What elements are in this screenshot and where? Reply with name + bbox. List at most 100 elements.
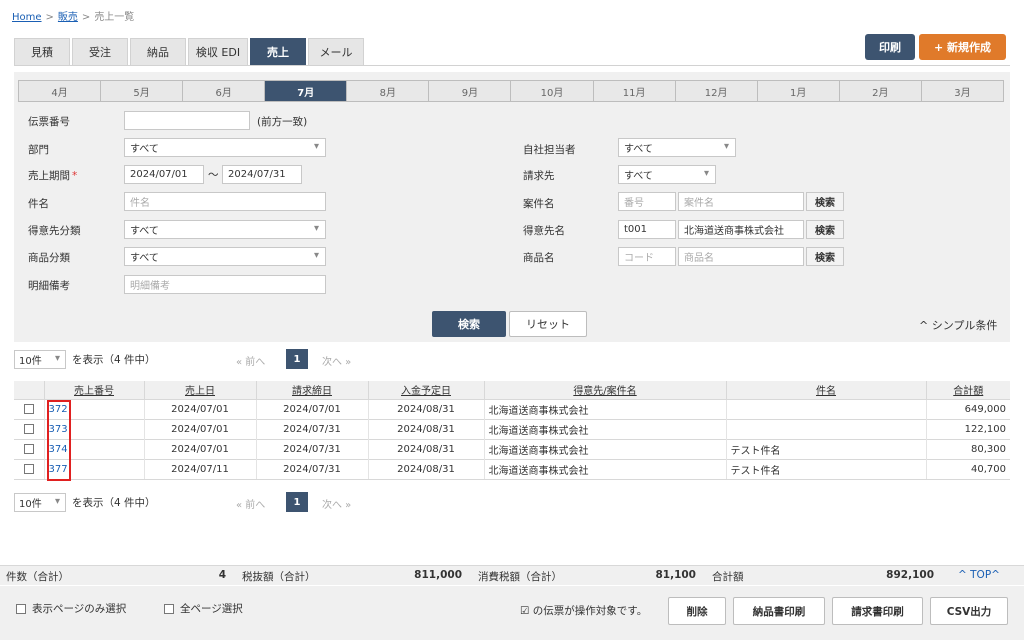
new-button[interactable]: + 新規作成 [919,34,1006,60]
sales-no-link[interactable]: 374 [49,444,68,455]
delivery-print-button[interactable]: 納品書印刷 [733,597,825,625]
sales-no-link[interactable]: 373 [49,424,68,435]
search-button[interactable]: 検索 [432,311,506,337]
col-close-date[interactable]: 請求締日 [255,381,368,399]
month-aug[interactable]: 8月 [347,81,430,101]
billing-select[interactable]: すべて [618,165,716,184]
month-mar[interactable]: 3月 [922,81,1003,101]
pager-next-bottom[interactable]: 次へ » [322,496,351,511]
month-selector: 4月 5月 6月 7月 8月 9月 10月 11月 12月 1月 2月 3月 [18,80,1004,102]
product-label: 商品名 [523,252,555,264]
product-category-select[interactable]: すべて [124,247,326,266]
subject-input[interactable]: 件名 [124,192,326,211]
slip-no-hint: (前方一致) [257,116,308,128]
product-name-input[interactable]: 商品名 [678,247,804,266]
select-all-pages-checkbox[interactable] [164,603,174,614]
pager-page-1[interactable]: 1 [286,349,308,369]
detail-note-input[interactable]: 明細備考 [124,275,326,294]
select-page-only[interactable]: 表示ページのみ選択 [16,601,126,616]
select-page-only-checkbox[interactable] [16,603,26,614]
dept-select[interactable]: すべて [124,138,326,157]
col-due-date[interactable]: 入金予定日 [367,381,484,399]
breadcrumb-home[interactable]: Home [12,12,42,23]
tab-sales[interactable]: 売上 [250,38,306,65]
top-link[interactable]: ^ TOP^ [958,569,1000,581]
staff-label: 自社担当者 [523,144,576,156]
pager-page-1-bottom[interactable]: 1 [286,492,308,512]
delete-button[interactable]: 削除 [668,597,726,625]
total-label: 合計額 [712,571,744,583]
product-search-button[interactable]: 検索 [806,247,844,266]
select-col-header [14,381,44,399]
month-jan[interactable]: 1月 [758,81,840,101]
customer-code-input[interactable]: t001 [618,220,676,239]
month-sep[interactable]: 9月 [429,81,512,101]
pager-prev[interactable]: « 前へ [236,353,265,368]
count-label: 件数（合計） [6,571,69,583]
col-sales-date[interactable]: 売上日 [143,381,256,399]
due-date: 2024/08/31 [367,438,484,459]
simple-conditions-toggle[interactable]: ^ シンプル条件 [919,317,997,333]
col-sales-no[interactable]: 売上番号 [43,381,144,399]
sales-table: 売上番号 売上日 請求締日 入金予定日 得意先/案件名 件名 合計額 372 2… [14,381,1010,480]
month-jul[interactable]: 7月 [265,81,348,101]
col-subject[interactable]: 件名 [725,381,926,399]
invoice-print-button[interactable]: 請求書印刷 [832,597,923,625]
period-from-input[interactable]: 2024/07/01 [124,165,204,184]
customer-name-input[interactable]: 北海道送商事株式会社 [678,220,804,239]
row-checkbox[interactable] [23,463,34,474]
table-row: 372 2024/07/01 2024/07/01 2024/08/31 北海道… [14,398,1010,419]
subject [725,418,926,439]
slip-no-input[interactable] [124,111,250,130]
per-page-select-bottom[interactable]: 10件 [14,492,66,512]
month-oct[interactable]: 10月 [511,81,594,101]
total-value: 892,100 [886,569,934,581]
breadcrumb-current: 売上一覧 [94,12,135,23]
close-date: 2024/07/01 [255,398,368,419]
close-date: 2024/07/31 [255,438,368,459]
project-no-input[interactable]: 番号 [618,192,676,211]
pager-top: 10件 を表示（4 件中） [14,349,414,369]
action-bar: 表示ページのみ選択 全ページ選択 ☑ の伝票が操作対象です。 削除 納品書印刷 … [0,586,1024,640]
close-date: 2024/07/31 [255,418,368,439]
month-feb[interactable]: 2月 [840,81,922,101]
search-panel: 4月 5月 6月 7月 8月 9月 10月 11月 12月 1月 2月 3月 伝… [14,72,1010,342]
csv-export-button[interactable]: CSV出力 [930,597,1008,625]
tab-order[interactable]: 受注 [72,38,128,65]
month-apr[interactable]: 4月 [19,81,102,101]
tab-estimate[interactable]: 見積 [14,38,70,65]
customer-category-select[interactable]: すべて [124,220,326,239]
col-total[interactable]: 合計額 [925,381,1010,399]
month-nov[interactable]: 11月 [594,81,676,101]
row-checkbox[interactable] [23,403,34,414]
sales-no-link[interactable]: 372 [49,404,68,415]
pager-next[interactable]: 次へ » [322,353,351,368]
tab-mail[interactable]: メール [308,38,364,65]
total: 40,700 [925,458,1010,480]
breadcrumb-sales[interactable]: 販売 [58,12,78,23]
project-name-input[interactable]: 案件名 [678,192,804,211]
month-jun[interactable]: 6月 [183,81,266,101]
customer-label: 得意先名 [523,225,565,237]
col-customer[interactable]: 得意先/案件名 [483,381,726,399]
pretax-label: 税抜額（合計） [242,571,316,583]
tab-delivery[interactable]: 納品 [130,38,186,65]
sales-no-link[interactable]: 377 [49,464,68,475]
select-all-pages[interactable]: 全ページ選択 [164,601,243,616]
project-search-button[interactable]: 検索 [806,192,844,211]
print-button[interactable]: 印刷 [865,34,915,60]
per-page-select[interactable]: 10件 [14,349,66,369]
month-dec[interactable]: 12月 [676,81,758,101]
period-to-input[interactable]: 2024/07/31 [222,165,302,184]
month-may[interactable]: 5月 [101,81,184,101]
sales-date: 2024/07/01 [143,398,256,419]
row-checkbox[interactable] [23,443,34,454]
staff-select[interactable]: すべて [618,138,736,157]
product-category-label: 商品分類 [28,252,70,264]
reset-button[interactable]: リセット [509,311,587,337]
product-code-input[interactable]: コード [618,247,676,266]
customer-search-button[interactable]: 検索 [806,220,844,239]
pager-prev-bottom[interactable]: « 前へ [236,496,265,511]
row-checkbox[interactable] [23,423,34,434]
tab-inspection-edi[interactable]: 検収 EDI [188,38,248,65]
